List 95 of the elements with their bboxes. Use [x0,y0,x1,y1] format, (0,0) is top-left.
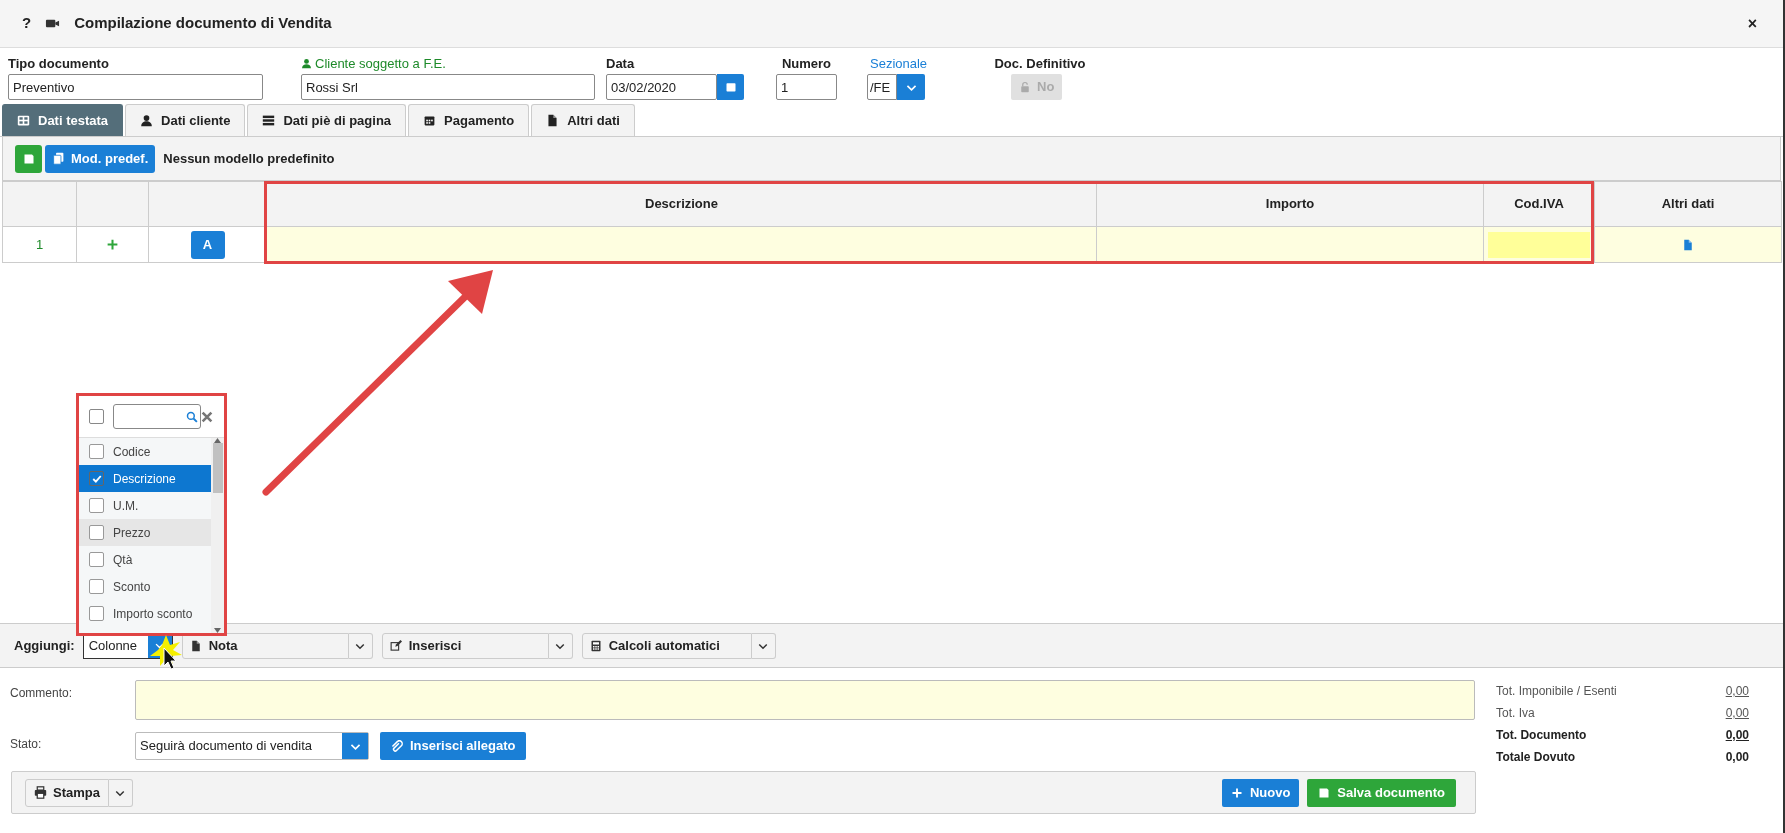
person-icon [140,114,154,127]
dropdown-button[interactable]: Inserisci [381,632,549,659]
edit-icon [389,639,402,652]
scrollbar[interactable] [211,438,224,633]
status-select[interactable]: Seguirà documento di vendita [135,732,369,760]
total-label: Totale Dovuto [1496,749,1576,766]
total-value: 0,00 [1725,727,1749,744]
field-label: Tipo documento [8,54,109,73]
list-icon [262,114,276,127]
input-field[interactable]: /FE [867,74,897,100]
column-header: Importo [1265,196,1315,212]
plus-icon[interactable] [106,238,119,251]
checkbox[interactable] [89,606,104,621]
template-button[interactable]: Mod. predef. [45,144,156,173]
person-icon [301,58,312,69]
total-value: 0,00 [1725,705,1749,722]
plus-icon [1230,786,1243,799]
calculator-icon [589,639,602,652]
column-option[interactable]: Descrizione [79,465,211,492]
calendar-icon [724,81,737,93]
checkbox[interactable] [89,525,104,540]
field-label[interactable]: Sezionale [870,53,928,74]
column-header: Altri dati [1661,196,1715,212]
total-value: 0,00 [1725,683,1749,700]
template-note: Nessun modello predefinito [163,149,335,168]
field-label: Numero [781,54,832,73]
window-title: Compilazione documento di Vendita [74,13,333,34]
tab[interactable]: Dati cliente [125,104,246,136]
tab[interactable]: Pagamento [408,104,530,136]
total-value: 0,00 [1725,749,1749,766]
save-icon [22,152,35,165]
scroll-up-arrow[interactable] [214,438,221,443]
calendar-icon [423,114,437,127]
column-option[interactable]: Prezzo [79,519,211,546]
column-option[interactable]: U.M. [79,492,211,519]
search-field[interactable] [113,404,201,429]
field-label: Cliente soggetto a F.E. [315,54,446,73]
vat-code-field[interactable] [1488,231,1590,258]
column-option[interactable]: Codice [79,438,211,465]
checkbox[interactable] [89,409,104,424]
input-field[interactable]: 1 [776,74,837,100]
checkbox[interactable] [89,444,104,459]
checkbox[interactable] [89,579,104,594]
scroll-down-arrow[interactable] [214,628,221,633]
input-field[interactable]: 03/02/2020 [606,74,717,100]
document-icon[interactable] [1682,238,1694,251]
comment-field[interactable] [135,680,1475,720]
dropdown-button[interactable] [897,74,925,100]
column-header: Cod.IVA [1514,196,1564,212]
caret-button[interactable] [108,778,133,807]
tab[interactable]: Dati piè di pagina [247,104,407,136]
attach-button[interactable]: Inserisci allegato [380,732,526,760]
caret-button[interactable] [548,632,573,659]
new-button[interactable]: Nuovo [1221,778,1300,807]
input-field[interactable]: Rossi Srl [301,74,595,100]
checkbox[interactable] [89,552,104,567]
save-icon [1318,786,1331,799]
total-label: Tot. Iva [1496,705,1535,722]
total-label: Tot. Documento [1496,727,1587,744]
table-icon [17,114,30,127]
copy-icon [52,152,65,165]
scroll-thumb[interactable] [212,443,223,493]
column-header: Descrizione [645,196,718,212]
caret-button[interactable] [348,632,373,659]
input-field[interactable]: Preventivo [8,74,263,100]
row-number: 1 [35,236,44,252]
save-button[interactable] [15,144,42,173]
tab[interactable]: Altri dati [531,104,635,136]
dropdown-button[interactable]: Nota [181,632,349,659]
calendar-button[interactable] [717,74,744,100]
paperclip-icon [390,739,403,753]
toolbar-label: Aggiungi: [14,636,75,655]
total-label: Tot. Imponibile / Esenti [1496,683,1617,700]
lock-icon [1019,81,1031,93]
document-icon [189,639,202,652]
field-label: Commento: [10,685,74,702]
column-option[interactable]: Importo sconto [79,600,211,627]
help-button[interactable]: ? [22,12,32,35]
checkbox[interactable] [89,471,104,486]
tab[interactable]: Dati testata [2,104,124,136]
field-label: Data [606,54,635,73]
field-label: Doc. Definitivo [994,54,1086,73]
dropdown-button[interactable]: Calcoli automatici [581,632,752,659]
print-button[interactable]: Stampa [25,778,109,807]
column-option[interactable]: Sconto [79,573,211,600]
printer-icon [34,786,47,799]
document-icon [546,114,560,127]
caret-button[interactable] [751,632,776,659]
close-button[interactable]: × [1747,11,1757,36]
field-label: Stato: [10,736,43,753]
attribute-button[interactable]: A [190,230,225,259]
column-option[interactable]: Qtà [79,546,211,573]
checkbox[interactable] [89,498,104,513]
close-icon[interactable] [200,409,214,424]
search-icon [186,410,198,423]
